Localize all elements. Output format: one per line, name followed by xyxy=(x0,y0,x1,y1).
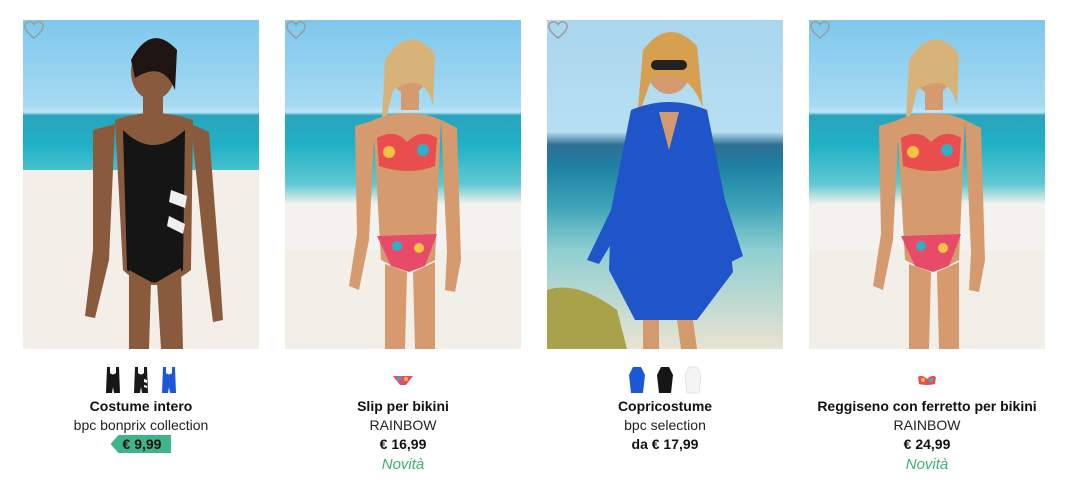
wishlist-heart-icon[interactable] xyxy=(547,20,569,40)
swatch-black-white-swimsuit-icon[interactable] xyxy=(131,365,151,395)
swatch-black-coverup-icon[interactable] xyxy=(655,365,675,395)
swatch-blue-coverup-icon[interactable] xyxy=(627,365,647,395)
color-swatches xyxy=(285,364,521,396)
swatch-black-swimsuit-icon[interactable] xyxy=(103,365,123,395)
product-title[interactable]: Copricostume xyxy=(547,397,783,415)
product-image[interactable] xyxy=(23,20,259,349)
price-container: da € 17,99 xyxy=(547,435,783,454)
product-title[interactable]: Reggiseno con ferretto per bikini xyxy=(809,397,1045,415)
product-title[interactable]: Costume intero xyxy=(23,397,259,415)
product-price: € 24,99 xyxy=(903,436,951,452)
wishlist-heart-icon[interactable] xyxy=(809,20,831,40)
product-title[interactable]: Slip per bikini xyxy=(285,397,521,415)
product-image[interactable] xyxy=(809,20,1045,349)
swatch-white-coverup-icon[interactable] xyxy=(683,365,703,395)
product-grid: Costume intero bpc bonprix collection € … xyxy=(0,0,1072,497)
product-card-costume-intero[interactable]: Costume intero bpc bonprix collection € … xyxy=(23,20,259,490)
color-swatches xyxy=(547,364,783,396)
product-brand: bpc selection xyxy=(624,417,706,433)
wishlist-heart-icon[interactable] xyxy=(23,20,45,40)
swatch-multicolor-bikini-top-icon[interactable] xyxy=(916,373,938,387)
swatch-blue-swimsuit-icon[interactable] xyxy=(159,365,179,395)
price-container: € 24,99 xyxy=(809,435,1045,454)
product-brand: RAINBOW xyxy=(369,417,437,433)
novita-badge: Novità xyxy=(381,456,425,473)
price-container: € 9,99 xyxy=(23,435,259,454)
product-image[interactable] xyxy=(285,20,521,349)
color-swatches xyxy=(23,364,259,396)
product-image[interactable] xyxy=(547,20,783,349)
color-swatches xyxy=(809,364,1045,396)
price-container: € 16,99 xyxy=(285,435,521,454)
product-brand: bpc bonprix collection xyxy=(73,417,209,433)
product-card-reggiseno-ferretto[interactable]: Reggiseno con ferretto per bikini RAINBO… xyxy=(809,20,1045,490)
wishlist-heart-icon[interactable] xyxy=(285,20,307,40)
product-price: € 16,99 xyxy=(379,436,427,452)
product-card-slip-per-bikini[interactable]: Slip per bikini RAINBOW € 16,99 Novità xyxy=(285,20,521,490)
novita-badge: Novità xyxy=(905,456,949,473)
product-card-copricostume[interactable]: Copricostume bpc selection da € 17,99 xyxy=(547,20,783,490)
product-brand: RAINBOW xyxy=(893,417,961,433)
sale-price-tag: € 9,99 xyxy=(110,435,172,453)
swatch-multicolor-bikini-bottom-icon[interactable] xyxy=(392,373,414,387)
product-price: da € 17,99 xyxy=(631,436,699,452)
